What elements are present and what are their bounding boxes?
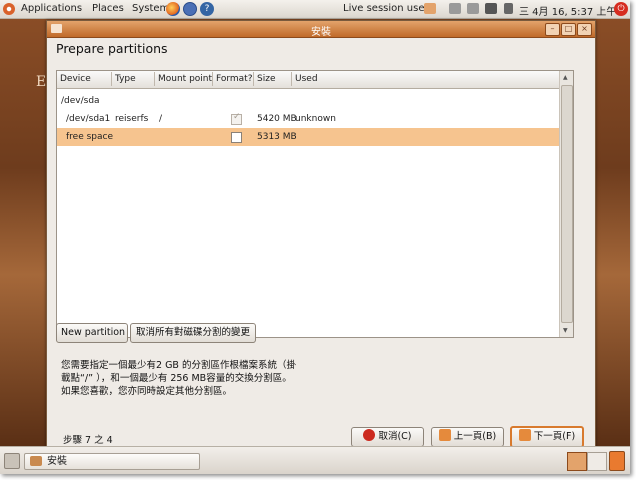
firefox-icon[interactable] <box>166 2 180 16</box>
cancel-button[interactable]: 取消(C) <box>351 427 424 447</box>
column-header-format[interactable]: Format? <box>216 74 253 84</box>
window-title: 安裝 <box>311 27 331 38</box>
window-titlebar[interactable]: 安裝 – □ × <box>47 21 595 38</box>
workspace-1[interactable] <box>567 452 587 471</box>
desktop-text: E <box>36 74 47 90</box>
top-panel: Applications Places System ? Live sessio… <box>0 0 630 19</box>
workspace-2[interactable] <box>587 452 607 471</box>
info-line: 載點“/” ），和一個最少有 256 MB容量的交換分割區。 <box>61 373 292 384</box>
trash-icon[interactable] <box>609 451 625 471</box>
forward-arrow-icon <box>518 429 531 441</box>
back-label: 上一頁(B) <box>453 431 497 442</box>
cancel-icon <box>363 429 376 441</box>
column-header-device[interactable]: Device <box>60 74 91 84</box>
table-row[interactable]: /dev/sda <box>57 92 573 110</box>
menu-places[interactable]: Places <box>92 3 124 14</box>
column-header-mount-point[interactable]: Mount point <box>158 74 212 84</box>
switch-user-icon[interactable] <box>424 3 436 14</box>
table-row[interactable]: /dev/sda1 reiserfs / ✓ 5420 MB unknown <box>57 110 573 128</box>
help-icon[interactable]: ? <box>200 2 214 16</box>
table-scrollbar[interactable]: ▲ ▼ <box>559 71 573 337</box>
info-text: 您需要指定一個最少有2 GB 的分割區作根檔案系統（掛 載點“/” ），和一個最… <box>61 359 581 398</box>
menu-system[interactable]: System <box>132 3 169 14</box>
cancel-label: 取消(C) <box>378 431 412 442</box>
page-title: Prepare partitions <box>56 41 168 56</box>
checkmark-icon: ✓ <box>233 112 241 122</box>
info-line: 您需要指定一個最少有2 GB 的分割區作根檔案系統（掛 <box>61 360 296 371</box>
ubuntu-logo-icon[interactable] <box>3 3 15 15</box>
cell-used: unknown <box>295 114 336 124</box>
cell-device: /dev/sda1 <box>66 114 111 124</box>
network-icon[interactable] <box>485 3 497 14</box>
installer-window: 安裝 – □ × Prepare partitions Device Type … <box>46 20 596 456</box>
format-checkbox[interactable]: ✓ <box>231 112 242 125</box>
cell-size: 5313 MB <box>257 132 297 142</box>
table-row-selected[interactable]: free space 5313 MB <box>57 128 573 146</box>
cell-device: free space <box>66 132 114 142</box>
show-desktop-icon[interactable] <box>4 453 20 469</box>
step-indicator: 步驟 7 之 4 <box>63 435 113 446</box>
column-header-type[interactable]: Type <box>115 74 136 84</box>
taskbar-item-label: 安裝 <box>47 456 67 467</box>
scroll-down-icon[interactable]: ▼ <box>563 327 568 334</box>
cell-size: 5420 MB <box>257 114 297 124</box>
column-header-size[interactable]: Size <box>257 74 275 84</box>
cell-device: /dev/sda <box>61 96 100 106</box>
cell-type: reiserfs <box>115 114 149 124</box>
partition-table[interactable]: Device Type Mount point Format? Size Use… <box>56 70 574 338</box>
installer-icon <box>30 456 42 466</box>
forward-button[interactable]: 下一頁(F) <box>510 426 584 448</box>
back-button[interactable]: 上一頁(B) <box>431 427 504 447</box>
forward-label: 下一頁(F) <box>533 431 576 442</box>
cell-mount-point: / <box>159 114 163 124</box>
bottom-panel: 安裝 <box>0 446 630 474</box>
taskbar-item-installer[interactable]: 安裝 <box>24 453 200 470</box>
new-partition-button[interactable]: New partition <box>56 323 128 343</box>
info-line: 如果您喜歡，您亦同時設定其他分割區。 <box>61 386 233 397</box>
minimize-button[interactable]: – <box>545 23 560 36</box>
back-arrow-icon <box>438 429 451 441</box>
column-header-used[interactable]: Used <box>295 74 318 84</box>
user-name[interactable]: Live session user <box>343 3 429 14</box>
scroll-up-icon[interactable]: ▲ <box>563 74 568 81</box>
undo-changes-button[interactable]: 取消所有對磁碟分割的變更 <box>130 323 256 343</box>
power-icon[interactable]: ⏻ <box>614 2 628 16</box>
screen: E Applications Places System ? Live sess… <box>0 0 630 474</box>
email-icon[interactable] <box>183 2 197 16</box>
format-checkbox[interactable] <box>231 132 242 143</box>
printer-icon[interactable] <box>449 3 461 14</box>
menu-applications[interactable]: Applications <box>21 3 82 14</box>
printer-icon[interactable] <box>467 3 479 14</box>
volume-icon[interactable] <box>504 3 513 14</box>
clock[interactable]: 三 4月 16, 5:37 上午 <box>519 3 616 18</box>
close-button[interactable]: × <box>577 23 592 36</box>
maximize-button[interactable]: □ <box>561 23 576 36</box>
scrollbar-thumb[interactable] <box>561 85 573 323</box>
table-header: Device Type Mount point Format? Size Use… <box>57 71 573 89</box>
